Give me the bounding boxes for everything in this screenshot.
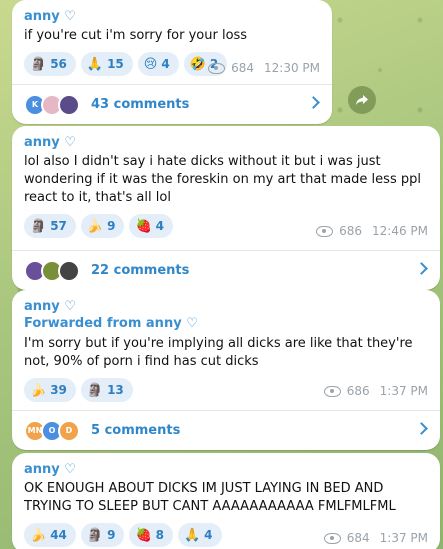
chevron-right-icon	[415, 262, 428, 275]
reaction-moai[interactable]: 🗿 57	[24, 214, 76, 238]
comments-count: 22 comments	[91, 263, 190, 278]
message-time: 1:37 PM	[379, 384, 428, 398]
reaction-count: 4	[161, 57, 170, 71]
reaction-banana[interactable]: 🍌 39	[24, 378, 76, 402]
reaction-banana[interactable]: 🍌 44	[24, 523, 76, 547]
view-count: 686	[346, 384, 370, 398]
message-bubble-4: anny ♡ OK ENOUGH ABOUT DICKS IM JUST LAY…	[12, 453, 440, 549]
eye-icon	[208, 62, 226, 74]
commenter-avatars	[24, 259, 80, 282]
message-bubble-3: anny ♡ Forwarded from anny ♡ I'm sorry b…	[12, 290, 440, 450]
pray-emoji: 🙏	[86, 56, 104, 72]
forwarded-from[interactable]: Forwarded from anny ♡	[24, 315, 428, 333]
message-text: if you're cut i'm sorry for your loss	[24, 28, 248, 43]
strawberry-emoji: 🍓	[135, 218, 152, 234]
moai-emoji: 🗿	[86, 382, 104, 398]
share-button[interactable]	[348, 86, 376, 114]
banana-emoji: 🍌	[86, 218, 104, 234]
crying-emoji: 😢	[143, 56, 158, 72]
reaction-count: 9	[107, 219, 116, 233]
reaction-count: 44	[50, 528, 67, 542]
reaction-strawberry[interactable]: 🍓 4	[129, 214, 173, 238]
message-bubble-2: anny ♡ lol also I didn't say i hate dick…	[12, 126, 440, 290]
avatar: D	[58, 419, 80, 442]
reaction-moai[interactable]: 🗿 56	[24, 52, 76, 76]
chevron-right-icon	[307, 96, 320, 109]
reaction-count: 13	[107, 383, 124, 397]
reactions-bar: 🗿 57 🍌 9 🍓 4	[24, 214, 173, 238]
reaction-moai[interactable]: 🗿 9	[80, 523, 125, 547]
reaction-count: 57	[50, 219, 67, 233]
view-count: 684	[231, 61, 254, 75]
message-bubble-1: anny ♡ if you're cut i'm sorry for your …	[12, 0, 332, 124]
reaction-count: 8	[155, 528, 164, 542]
message-time: 12:46 PM	[372, 224, 428, 238]
banana-emoji: 🍌	[30, 382, 47, 398]
eye-icon	[323, 385, 341, 397]
comments-count: 5 comments	[91, 423, 181, 438]
message-time: 12:30 PM	[264, 61, 320, 75]
reaction-pray[interactable]: 🙏 4	[177, 523, 222, 547]
reaction-moai[interactable]: 🗿 13	[80, 378, 133, 402]
eye-icon	[323, 532, 341, 544]
message-meta: 684 12:30 PM	[208, 61, 320, 75]
reactions-bar: 🗿 56 🙏 15 😢 4 🤣 2	[24, 52, 228, 76]
chevron-right-icon	[415, 422, 428, 435]
reaction-count: 4	[155, 219, 164, 233]
moai-emoji: 🗿	[30, 218, 47, 234]
commenter-avatars: K	[24, 93, 80, 116]
banana-emoji: 🍌	[30, 527, 47, 543]
reactions-bar: 🍌 39 🗿 13	[24, 378, 133, 402]
moai-emoji: 🗿	[30, 56, 47, 72]
avatar	[58, 93, 80, 116]
reaction-strawberry[interactable]: 🍓 8	[129, 523, 173, 547]
message-author[interactable]: anny ♡	[24, 298, 428, 315]
message-author[interactable]: anny ♡	[24, 8, 320, 25]
reactions-bar: 🍌 44 🗿 9 🍓 8 🙏 4	[24, 523, 222, 547]
message-time: 1:37 PM	[379, 531, 428, 545]
reaction-count: 39	[50, 383, 67, 397]
message-text: lol also I didn't say i hate dicks witho…	[24, 154, 421, 205]
eye-icon	[316, 225, 334, 237]
comments-link[interactable]: 22 comments	[12, 250, 440, 290]
reaction-count: 9	[107, 528, 116, 542]
comments-link[interactable]: K 43 comments	[12, 84, 332, 124]
message-meta: 684 1:37 PM	[323, 531, 428, 545]
reaction-count: 4	[204, 528, 213, 542]
message-text: I'm sorry but if you're implying all dic…	[24, 336, 413, 369]
comments-link[interactable]: MN O D 5 comments	[12, 410, 440, 450]
view-count: 686	[339, 224, 362, 238]
message-text: OK ENOUGH ABOUT DICKS IM JUST LAYING IN …	[24, 481, 396, 514]
share-icon	[356, 95, 368, 105]
reaction-banana[interactable]: 🍌 9	[80, 214, 125, 238]
rofl-emoji: 🤣	[189, 56, 206, 72]
strawberry-emoji: 🍓	[135, 527, 152, 543]
message-author[interactable]: anny ♡	[24, 461, 428, 478]
reaction-count: 56	[50, 57, 67, 71]
commenter-avatars: MN O D	[24, 419, 80, 442]
message-author[interactable]: anny ♡	[24, 134, 428, 151]
reaction-pray[interactable]: 🙏 15	[80, 52, 133, 76]
view-count: 684	[346, 531, 370, 545]
reaction-count: 15	[107, 57, 124, 71]
message-meta: 686 12:46 PM	[316, 224, 428, 238]
avatar	[58, 259, 80, 282]
pray-emoji: 🙏	[183, 527, 201, 543]
message-meta: 686 1:37 PM	[323, 384, 428, 398]
comments-count: 43 comments	[91, 97, 190, 112]
moai-emoji: 🗿	[86, 527, 104, 543]
reaction-crying[interactable]: 😢 4	[137, 52, 179, 76]
